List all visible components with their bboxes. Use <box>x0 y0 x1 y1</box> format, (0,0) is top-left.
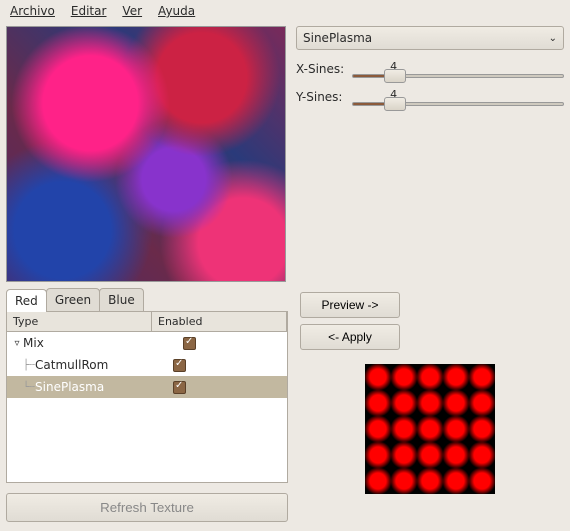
tree-expand-icon[interactable]: ▿ <box>11 338 23 349</box>
menu-file[interactable]: Archivo <box>10 4 55 18</box>
tree-label: SinePlasma <box>35 380 153 394</box>
tab-green[interactable]: Green <box>46 288 100 311</box>
x-sines-slider[interactable]: 4 <box>352 60 564 78</box>
checkbox-enabled[interactable] <box>173 359 186 372</box>
filter-type-dropdown[interactable]: SinePlasma ⌄ <box>296 26 564 50</box>
refresh-texture-button[interactable]: Refresh Texture <box>6 493 288 522</box>
filter-list-panel: Type Enabled ▿ Mix ├┄ CatmullRom <box>6 312 288 483</box>
y-sines-label: Y-Sines: <box>296 90 346 104</box>
chevron-down-icon: ⌄ <box>549 33 557 44</box>
menu-edit[interactable]: Editar <box>71 4 107 18</box>
tab-red[interactable]: Red <box>6 289 47 312</box>
channel-tabs: Red Green Blue <box>6 288 288 312</box>
filter-tree[interactable]: ▿ Mix ├┄ CatmullRom └┄ SinePlasma <box>7 332 287 482</box>
tree-row-catmullrom[interactable]: ├┄ CatmullRom <box>7 354 287 376</box>
column-header-type[interactable]: Type <box>7 312 152 331</box>
tree-row-sineplasma[interactable]: └┄ SinePlasma <box>7 376 287 398</box>
checkbox-enabled[interactable] <box>183 337 196 350</box>
tree-label: Mix <box>23 336 163 350</box>
checkbox-enabled[interactable] <box>173 381 186 394</box>
tab-blue[interactable]: Blue <box>99 288 144 311</box>
tree-branch-icon: ├┄ <box>23 360 35 371</box>
menubar: Archivo Editar Ver Ayuda <box>0 0 570 22</box>
x-sines-label: X-Sines: <box>296 62 346 76</box>
tree-row-mix[interactable]: ▿ Mix <box>7 332 287 354</box>
y-sines-slider[interactable]: 4 <box>352 88 564 106</box>
preview-button[interactable]: Preview -> <box>300 292 400 318</box>
slider-thumb[interactable] <box>384 97 406 111</box>
apply-button[interactable]: <- Apply <box>300 324 400 350</box>
tree-label: CatmullRom <box>35 358 153 372</box>
filter-preview-small <box>365 364 495 494</box>
slider-thumb[interactable] <box>384 69 406 83</box>
dropdown-selected-label: SinePlasma <box>303 31 549 45</box>
menu-help[interactable]: Ayuda <box>158 4 195 18</box>
column-header-enabled[interactable]: Enabled <box>152 312 287 331</box>
menu-view[interactable]: Ver <box>122 4 142 18</box>
tree-branch-icon: └┄ <box>23 382 35 393</box>
texture-preview-large <box>6 26 286 282</box>
